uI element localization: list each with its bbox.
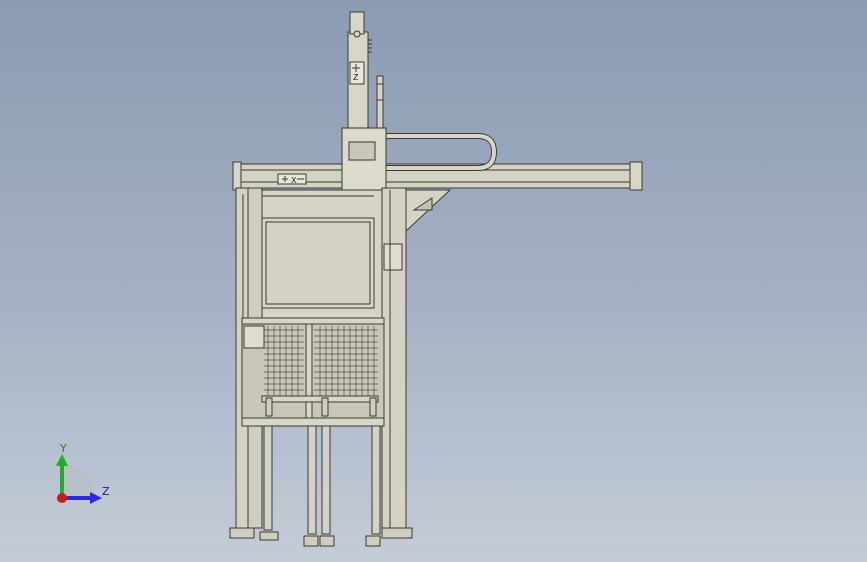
view-orientation-triad: Y Z — [48, 438, 118, 510]
foot-5 — [365, 535, 381, 547]
guard-mid-post — [305, 323, 313, 425]
cad-graphics-viewport[interactable]: Z X Y Z — [0, 0, 867, 562]
gusset-bracket — [404, 189, 452, 234]
guard-bottom-rail — [241, 417, 385, 427]
leg-3 — [321, 425, 331, 535]
frame-post-right — [381, 187, 407, 529]
guard-side-block — [243, 325, 265, 349]
z-column-ribs — [368, 39, 372, 53]
z-axis-plate-text: Z — [353, 73, 359, 82]
foot-6 — [381, 527, 413, 539]
x-axis-plate-text: X — [291, 176, 297, 185]
beam-end-cap-right — [629, 161, 643, 191]
carriage-window — [348, 141, 376, 161]
guard-crossbar — [261, 395, 379, 403]
gantry-robot-model[interactable]: Z X — [0, 0, 867, 562]
beam-end-cap-left — [232, 161, 242, 191]
foot-4 — [319, 535, 335, 547]
leg-4 — [371, 425, 381, 535]
foot-3 — [303, 535, 319, 547]
foot-1 — [229, 527, 255, 539]
guard-top-rail — [241, 317, 385, 325]
triad-z-label: Z — [102, 485, 110, 498]
leg-2 — [307, 425, 317, 535]
cable-drag-chain — [372, 133, 498, 171]
triad-axes-icon — [56, 454, 102, 504]
triad-y-label: Y — [60, 442, 67, 455]
foot-2 — [259, 531, 279, 541]
leg-1 — [263, 425, 273, 531]
